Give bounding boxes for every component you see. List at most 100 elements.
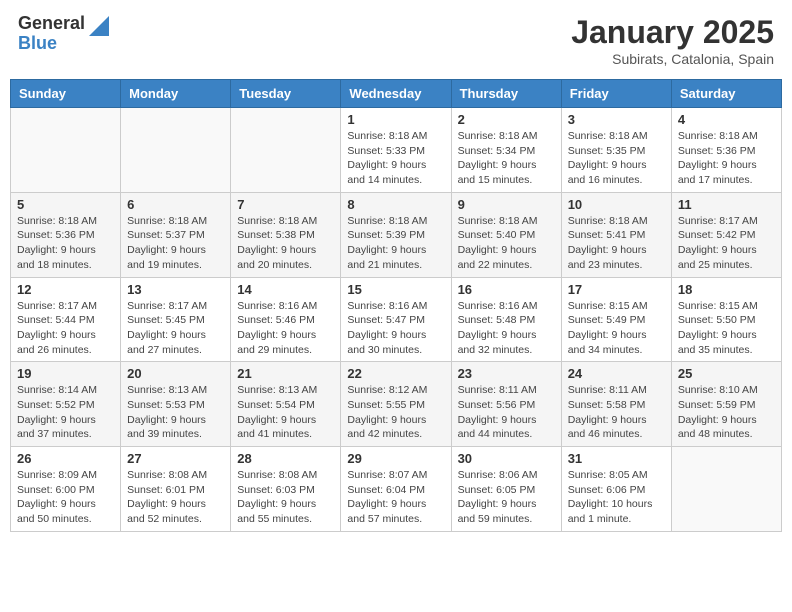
- calendar-cell: [231, 108, 341, 193]
- calendar-cell: [671, 447, 781, 532]
- calendar-cell: 11 Sunrise: 8:17 AM Sunset: 5:42 PM Dayli…: [671, 192, 781, 277]
- day-info: Sunrise: 8:18 AM Sunset: 5:35 PM Dayligh…: [568, 129, 665, 188]
- day-number: 30: [458, 451, 555, 466]
- calendar-cell: 31 Sunrise: 8:05 AM Sunset: 6:06 PM Dayli…: [561, 447, 671, 532]
- day-info: Sunrise: 8:16 AM Sunset: 5:46 PM Dayligh…: [237, 299, 334, 358]
- day-number: 1: [347, 112, 444, 127]
- day-number: 19: [17, 366, 114, 381]
- calendar-cell: 21Sunrise: 8:13 AM Sunset: 5:54 PM Dayli…: [231, 362, 341, 447]
- calendar-cell: 14Sunrise: 8:16 AM Sunset: 5:46 PM Dayli…: [231, 277, 341, 362]
- day-number: 28: [237, 451, 334, 466]
- day-info: Sunrise: 8:05 AM Sunset: 6:06 PM Dayligh…: [568, 468, 665, 527]
- day-info: Sunrise: 8:18 AM Sunset: 5:36 PM Dayligh…: [17, 214, 114, 273]
- logo-icon: [89, 16, 109, 36]
- day-number: 29: [347, 451, 444, 466]
- day-number: 8: [347, 197, 444, 212]
- logo-general-text: General: [18, 14, 85, 34]
- day-info: Sunrise: 8:18 AM Sunset: 5:40 PM Dayligh…: [458, 214, 555, 273]
- day-number: 6: [127, 197, 224, 212]
- location-title: Subirats, Catalonia, Spain: [571, 51, 774, 67]
- calendar-cell: 5 Sunrise: 8:18 AM Sunset: 5:36 PM Daylig…: [11, 192, 121, 277]
- day-info: Sunrise: 8:08 AM Sunset: 6:03 PM Dayligh…: [237, 468, 334, 527]
- header-wednesday: Wednesday: [341, 80, 451, 108]
- day-number: 27: [127, 451, 224, 466]
- calendar-cell: 7 Sunrise: 8:18 AM Sunset: 5:38 PM Daylig…: [231, 192, 341, 277]
- calendar-cell: 15Sunrise: 8:16 AM Sunset: 5:47 PM Dayli…: [341, 277, 451, 362]
- calendar-cell: 16 Sunrise: 8:16 AM Sunset: 5:48 PM Dayli…: [451, 277, 561, 362]
- calendar-cell: 6Sunrise: 8:18 AM Sunset: 5:37 PM Daylig…: [121, 192, 231, 277]
- day-info: Sunrise: 8:14 AM Sunset: 5:52 PM Dayligh…: [17, 383, 114, 442]
- day-number: 5: [17, 197, 114, 212]
- calendar-cell: 24 Sunrise: 8:11 AM Sunset: 5:58 PM Dayli…: [561, 362, 671, 447]
- day-info: Sunrise: 8:07 AM Sunset: 6:04 PM Dayligh…: [347, 468, 444, 527]
- week-row-2: 5 Sunrise: 8:18 AM Sunset: 5:36 PM Daylig…: [11, 192, 782, 277]
- calendar-cell: 8 Sunrise: 8:18 AM Sunset: 5:39 PM Daylig…: [341, 192, 451, 277]
- header-sunday: Sunday: [11, 80, 121, 108]
- day-info: Sunrise: 8:18 AM Sunset: 5:34 PM Dayligh…: [458, 129, 555, 188]
- calendar-cell: 30Sunrise: 8:06 AM Sunset: 6:05 PM Dayli…: [451, 447, 561, 532]
- day-info: Sunrise: 8:18 AM Sunset: 5:39 PM Dayligh…: [347, 214, 444, 273]
- week-row-5: 26 Sunrise: 8:09 AM Sunset: 6:00 PM Dayli…: [11, 447, 782, 532]
- day-info: Sunrise: 8:12 AM Sunset: 5:55 PM Dayligh…: [347, 383, 444, 442]
- day-number: 7: [237, 197, 334, 212]
- week-row-3: 12 Sunrise: 8:17 AM Sunset: 5:44 PM Dayli…: [11, 277, 782, 362]
- calendar-cell: 1 Sunrise: 8:18 AM Sunset: 5:33 PM Daylig…: [341, 108, 451, 193]
- calendar-table: Sunday Monday Tuesday Wednesday Thursday…: [10, 79, 782, 532]
- day-number: 12: [17, 282, 114, 297]
- day-number: 31: [568, 451, 665, 466]
- day-info: Sunrise: 8:15 AM Sunset: 5:50 PM Dayligh…: [678, 299, 775, 358]
- day-number: 16: [458, 282, 555, 297]
- header-monday: Monday: [121, 80, 231, 108]
- day-info: Sunrise: 8:17 AM Sunset: 5:44 PM Dayligh…: [17, 299, 114, 358]
- header-thursday: Thursday: [451, 80, 561, 108]
- day-number: 11: [678, 197, 775, 212]
- weekday-header-row: Sunday Monday Tuesday Wednesday Thursday…: [11, 80, 782, 108]
- logo-blue-text: Blue: [18, 34, 85, 54]
- calendar-cell: 13Sunrise: 8:17 AM Sunset: 5:45 PM Dayli…: [121, 277, 231, 362]
- day-number: 15: [347, 282, 444, 297]
- calendar-cell: 17 Sunrise: 8:15 AM Sunset: 5:49 PM Dayli…: [561, 277, 671, 362]
- calendar-cell: 3 Sunrise: 8:18 AM Sunset: 5:35 PM Daylig…: [561, 108, 671, 193]
- day-info: Sunrise: 8:15 AM Sunset: 5:49 PM Dayligh…: [568, 299, 665, 358]
- day-number: 26: [17, 451, 114, 466]
- logo: General Blue: [18, 14, 109, 54]
- calendar-cell: [121, 108, 231, 193]
- day-number: 21: [237, 366, 334, 381]
- calendar-cell: 20 Sunrise: 8:13 AM Sunset: 5:53 PM Dayli…: [121, 362, 231, 447]
- day-number: 22: [347, 366, 444, 381]
- day-number: 23: [458, 366, 555, 381]
- calendar-cell: 25Sunrise: 8:10 AM Sunset: 5:59 PM Dayli…: [671, 362, 781, 447]
- day-number: 9: [458, 197, 555, 212]
- calendar-cell: 27 Sunrise: 8:08 AM Sunset: 6:01 PM Dayli…: [121, 447, 231, 532]
- day-info: Sunrise: 8:18 AM Sunset: 5:41 PM Dayligh…: [568, 214, 665, 273]
- header-friday: Friday: [561, 80, 671, 108]
- title-area: January 2025 Subirats, Catalonia, Spain: [571, 14, 774, 67]
- day-info: Sunrise: 8:08 AM Sunset: 6:01 PM Dayligh…: [127, 468, 224, 527]
- day-info: Sunrise: 8:11 AM Sunset: 5:58 PM Dayligh…: [568, 383, 665, 442]
- day-info: Sunrise: 8:17 AM Sunset: 5:42 PM Dayligh…: [678, 214, 775, 273]
- day-number: 25: [678, 366, 775, 381]
- day-info: Sunrise: 8:16 AM Sunset: 5:48 PM Dayligh…: [458, 299, 555, 358]
- day-number: 24: [568, 366, 665, 381]
- day-number: 10: [568, 197, 665, 212]
- calendar-cell: 12 Sunrise: 8:17 AM Sunset: 5:44 PM Dayli…: [11, 277, 121, 362]
- calendar-cell: 29 Sunrise: 8:07 AM Sunset: 6:04 PM Dayli…: [341, 447, 451, 532]
- day-number: 18: [678, 282, 775, 297]
- day-number: 17: [568, 282, 665, 297]
- day-info: Sunrise: 8:13 AM Sunset: 5:53 PM Dayligh…: [127, 383, 224, 442]
- day-info: Sunrise: 8:18 AM Sunset: 5:38 PM Dayligh…: [237, 214, 334, 273]
- day-info: Sunrise: 8:09 AM Sunset: 6:00 PM Dayligh…: [17, 468, 114, 527]
- calendar-cell: 22 Sunrise: 8:12 AM Sunset: 5:55 PM Dayli…: [341, 362, 451, 447]
- day-number: 20: [127, 366, 224, 381]
- day-number: 3: [568, 112, 665, 127]
- calendar-cell: 23 Sunrise: 8:11 AM Sunset: 5:56 PM Dayli…: [451, 362, 561, 447]
- day-info: Sunrise: 8:18 AM Sunset: 5:33 PM Dayligh…: [347, 129, 444, 188]
- page-header: General Blue January 2025 Subirats, Cata…: [10, 10, 782, 71]
- day-info: Sunrise: 8:18 AM Sunset: 5:36 PM Dayligh…: [678, 129, 775, 188]
- day-info: Sunrise: 8:11 AM Sunset: 5:56 PM Dayligh…: [458, 383, 555, 442]
- header-tuesday: Tuesday: [231, 80, 341, 108]
- calendar-cell: 9 Sunrise: 8:18 AM Sunset: 5:40 PM Daylig…: [451, 192, 561, 277]
- month-title: January 2025: [571, 14, 774, 51]
- calendar-cell: 18 Sunrise: 8:15 AM Sunset: 5:50 PM Dayli…: [671, 277, 781, 362]
- week-row-1: 1 Sunrise: 8:18 AM Sunset: 5:33 PM Daylig…: [11, 108, 782, 193]
